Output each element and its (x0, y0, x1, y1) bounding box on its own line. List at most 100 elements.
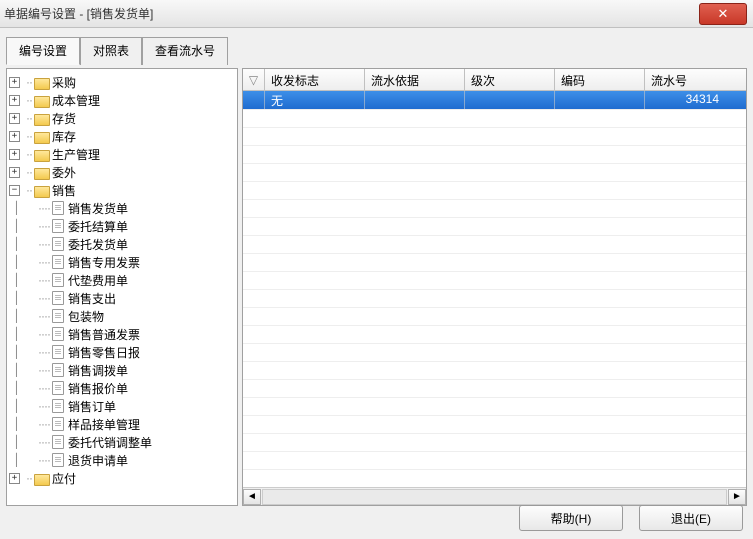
collapse-icon[interactable]: − (9, 185, 20, 196)
tab-serial[interactable]: 查看流水号 (142, 37, 228, 65)
scroll-track[interactable] (262, 489, 727, 505)
tab-numbering[interactable]: 编号设置 (6, 37, 80, 65)
grid-corner[interactable]: ▽ (243, 69, 265, 90)
grid-panel: ▽ 收发标志 流水依据 级次 编码 流水号 无 34314 ◄ ► (242, 68, 747, 506)
expand-icon[interactable]: + (9, 167, 20, 178)
tree-label: 委托结算单 (68, 218, 128, 235)
folder-icon (34, 184, 48, 196)
tree-label: 销售调拨单 (68, 362, 128, 379)
tree-connector: ···· (38, 255, 50, 269)
tree-label: 销售 (52, 182, 76, 199)
tree-connector: ···· (38, 237, 50, 251)
col-label: 收发标志 (271, 74, 319, 88)
scroll-left-button[interactable]: ◄ (243, 489, 261, 505)
tree-label: 退货申请单 (68, 452, 128, 469)
tree-label: 应付 (52, 470, 76, 487)
tree-item[interactable]: │····销售调拨单 (9, 361, 235, 379)
tree-connector: ···· (38, 201, 50, 215)
help-button[interactable]: 帮助(H) (519, 505, 623, 531)
document-icon (52, 345, 64, 359)
tree-folder[interactable]: +··存货 (9, 109, 235, 127)
tree-item[interactable]: │····退货申请单 (9, 451, 235, 469)
col-label: 编码 (561, 74, 585, 88)
scroll-right-button[interactable]: ► (728, 489, 746, 505)
tree-connector: │ (11, 327, 22, 341)
tree-item[interactable]: │····销售普通发票 (9, 325, 235, 343)
col-receive-flag[interactable]: 收发标志 (265, 69, 365, 90)
tree-label: 委托代销调整单 (68, 434, 152, 451)
col-label: 流水依据 (371, 74, 419, 88)
tree-connector: │ (11, 309, 22, 323)
tree-connector: │ (11, 435, 22, 449)
tree-connector: │ (11, 453, 22, 467)
col-label: 级次 (471, 74, 495, 88)
tree-item[interactable]: │····销售报价单 (9, 379, 235, 397)
expand-icon[interactable]: + (9, 131, 20, 142)
tree-item[interactable]: │····销售专用发票 (9, 253, 235, 271)
tree-folder[interactable]: +··应付 (9, 469, 235, 487)
expand-icon[interactable]: + (9, 149, 20, 160)
tree-panel[interactable]: +··采购+··成本管理+··存货+··库存+··生产管理+··委外−··销售│… (6, 68, 238, 506)
tree-connector: │ (11, 417, 22, 431)
cell: 无 (265, 91, 365, 109)
cell: 34314 (645, 91, 725, 109)
tab-bar: 编号设置 对照表 查看流水号 (0, 28, 753, 64)
tree-item[interactable]: │····委托结算单 (9, 217, 235, 235)
tree-label: 销售发货单 (68, 200, 128, 217)
grid-rules (243, 91, 746, 487)
horizontal-scrollbar[interactable]: ◄ ► (243, 487, 746, 505)
document-icon (52, 309, 64, 323)
tree-connector: │ (11, 237, 22, 251)
expand-icon[interactable]: + (9, 77, 20, 88)
document-icon (52, 255, 64, 269)
tree-connector: ·· (26, 75, 32, 89)
close-button[interactable]: ✕ (699, 3, 747, 25)
tree-item[interactable]: │····销售发货单 (9, 199, 235, 217)
tree-connector: ·· (26, 129, 32, 143)
table-row[interactable]: 无 34314 (243, 91, 746, 109)
tree-connector: ···· (38, 417, 50, 431)
grid-body[interactable]: 无 34314 (243, 91, 746, 487)
document-icon (52, 363, 64, 377)
tree-item[interactable]: │ ···· 委托发货单 (9, 235, 235, 253)
folder-icon (34, 112, 48, 124)
cell (555, 91, 645, 109)
tree-connector: │ (11, 273, 22, 287)
expand-icon[interactable]: + (9, 473, 20, 484)
document-icon (52, 381, 64, 395)
tree-connector: ···· (38, 381, 50, 395)
tree-item[interactable]: │····销售零售日报 (9, 343, 235, 361)
tree-folder[interactable]: +··采购 (9, 73, 235, 91)
col-level[interactable]: 级次 (465, 69, 555, 90)
tab-lookup[interactable]: 对照表 (80, 37, 142, 65)
tree-connector: │ (11, 363, 22, 377)
tree-item[interactable]: │····样品接单管理 (9, 415, 235, 433)
exit-button[interactable]: 退出(E) (639, 505, 743, 531)
expand-icon[interactable]: + (9, 95, 20, 106)
dropdown-icon: ▽ (249, 73, 258, 87)
tree-folder[interactable]: +··成本管理 (9, 91, 235, 109)
tree: +··采购+··成本管理+··存货+··库存+··生产管理+··委外−··销售│… (7, 69, 237, 491)
tree-item[interactable]: │····包装物 (9, 307, 235, 325)
tree-label: 销售支出 (68, 290, 116, 307)
titlebar: 单据编号设置 - [销售发货单] ✕ (0, 0, 753, 28)
tree-item[interactable]: │····代垫费用单 (9, 271, 235, 289)
col-serial-no[interactable]: 流水号 (645, 69, 725, 90)
folder-icon (34, 148, 48, 160)
tree-label: 委托发货单 (68, 236, 128, 253)
tree-item[interactable]: │····销售支出 (9, 289, 235, 307)
tree-item[interactable]: │····销售订单 (9, 397, 235, 415)
tree-item[interactable]: │····委托代销调整单 (9, 433, 235, 451)
tree-folder[interactable]: −··销售 (9, 181, 235, 199)
col-code[interactable]: 编码 (555, 69, 645, 90)
expand-icon[interactable]: + (9, 113, 20, 124)
col-serial-basis[interactable]: 流水依据 (365, 69, 465, 90)
tree-label: 销售专用发票 (68, 254, 140, 271)
document-icon (52, 417, 64, 431)
tree-folder[interactable]: +··委外 (9, 163, 235, 181)
tree-folder[interactable]: +··生产管理 (9, 145, 235, 163)
tree-folder[interactable]: +··库存 (9, 127, 235, 145)
button-label: 退出(E) (671, 510, 711, 527)
tree-label: 委外 (52, 164, 76, 181)
tree-label: 包装物 (68, 308, 104, 325)
